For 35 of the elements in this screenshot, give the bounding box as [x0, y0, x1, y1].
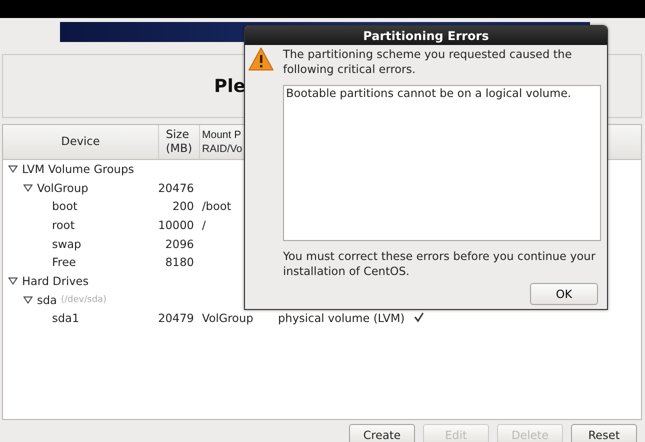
mount-cell: /boot	[202, 200, 232, 214]
type-cell: physical volume (LVM)	[278, 312, 405, 326]
size-cell: 2096	[165, 238, 194, 251]
device-name[interactable]: Free	[52, 256, 76, 270]
action-button[interactable]: Create	[349, 424, 415, 442]
error-message: The partitioning scheme you requested caused the following critical errors.	[283, 47, 573, 77]
expander-icon[interactable]	[8, 277, 18, 286]
device-path: (/dev/sda)	[60, 295, 107, 306]
device-name[interactable]: Hard Drives	[22, 274, 89, 288]
mount-cell: /	[202, 218, 206, 232]
ok-button[interactable]: OK	[530, 283, 598, 305]
page-heading: Ple	[214, 76, 246, 96]
device-name[interactable]: root	[52, 218, 75, 232]
device-name[interactable]: sda	[37, 294, 57, 307]
action-button[interactable]: Reset	[571, 424, 637, 442]
warning-icon	[248, 47, 274, 71]
size-cell: 200	[172, 200, 194, 214]
device-name[interactable]: VolGroup	[37, 182, 88, 195]
device-name[interactable]: boot	[52, 200, 78, 214]
mount-cell: VolGroup	[202, 312, 254, 326]
expander-icon[interactable]	[23, 296, 33, 304]
size-cell: 8180	[165, 256, 194, 270]
expander-icon[interactable]	[8, 165, 18, 174]
column-header[interactable]: Device	[3, 125, 158, 159]
device-name[interactable]: LVM Volume Groups	[22, 162, 134, 176]
size-cell: 20479	[158, 312, 194, 326]
device-name[interactable]: sda1	[52, 312, 80, 326]
footer-message: You must correct these errors before you continue your installation of CentOS.	[283, 249, 596, 279]
expander-icon[interactable]	[23, 184, 33, 192]
error-list: Bootable partitions cannot be on a logical volume.	[283, 85, 601, 241]
device-name[interactable]: swap	[52, 238, 82, 251]
dialog-title: Partitioning Errors	[245, 26, 607, 45]
size-cell: 20476	[158, 182, 194, 195]
column-header[interactable]: Size (MB)	[158, 125, 199, 159]
size-cell: 10000	[158, 218, 194, 232]
